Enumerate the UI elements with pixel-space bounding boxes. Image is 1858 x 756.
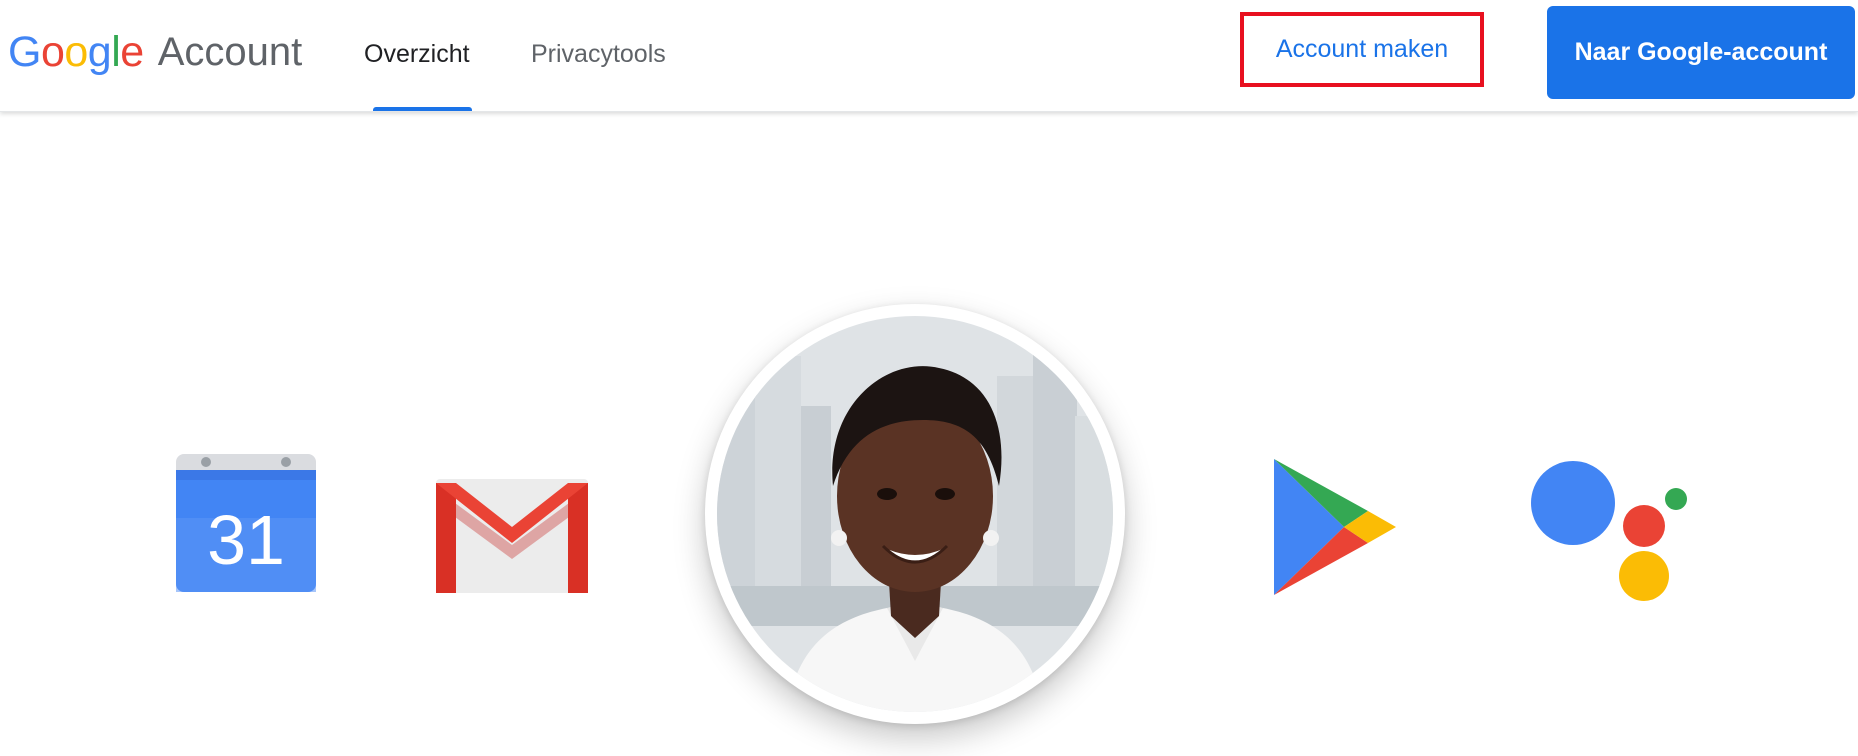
active-tab-indicator (373, 107, 472, 111)
logo-letter: g (87, 27, 112, 76)
profile-avatar-frame (705, 304, 1125, 724)
logo-letter: o (40, 27, 65, 76)
play-store-icon (1274, 459, 1396, 595)
google-account-logo[interactable]: Google Account (8, 24, 302, 80)
logo-letter: G (8, 27, 41, 76)
create-account-link-highlight[interactable]: Account maken (1240, 12, 1484, 87)
google-wordmark: Google (8, 27, 144, 76)
calendar-icon: 31 (176, 454, 316, 592)
create-account-link[interactable]: Account maken (1276, 35, 1448, 64)
person-portrait-illustration (717, 316, 1113, 712)
google-account-page: Google Account Overzicht Privacytools Ac… (0, 0, 1858, 756)
tab-overzicht[interactable]: Overzicht (364, 38, 470, 70)
logo-letter: e (120, 27, 144, 76)
calendar-day-number: 31 (207, 501, 285, 579)
assistant-icon (1531, 461, 1687, 601)
product-name: Account (157, 30, 303, 74)
go-to-google-account-button[interactable]: Naar Google-account (1547, 6, 1855, 99)
gmail-icon (436, 479, 588, 593)
logo-letter: l (111, 27, 121, 76)
top-bar: Google Account Overzicht Privacytools Ac… (0, 0, 1858, 112)
tab-privacytools[interactable]: Privacytools (531, 38, 666, 70)
logo-letter: o (64, 27, 88, 76)
profile-photo (717, 316, 1113, 712)
